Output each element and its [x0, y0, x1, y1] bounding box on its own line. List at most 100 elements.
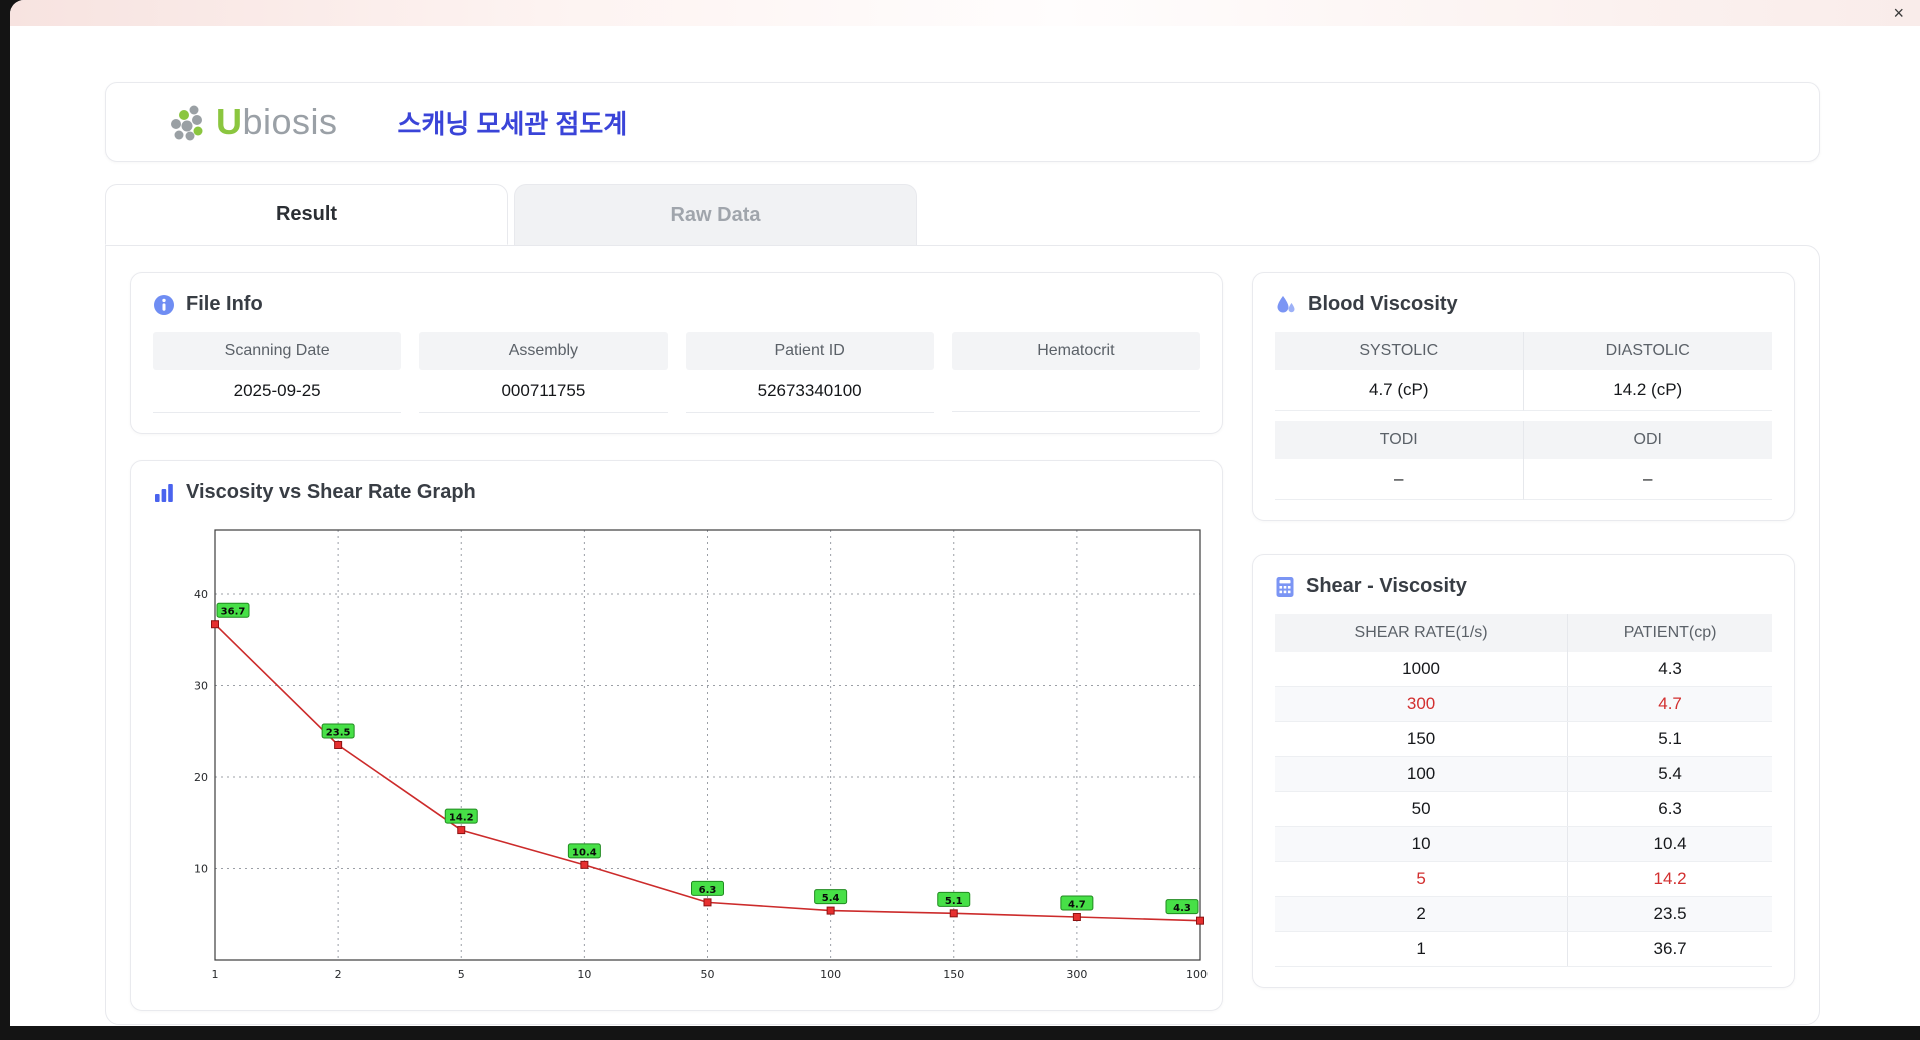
blood-viscosity-table-group2: TODI ODI – – — [1275, 421, 1772, 500]
field-label: Assembly — [419, 332, 668, 370]
shear-rate-cell: 1000 — [1275, 652, 1569, 687]
patient-cp-column-header: PATIENT(cp) — [1567, 614, 1772, 652]
file-info-field: Hematocrit — [951, 332, 1200, 413]
header-card: Ubiosis 스캐닝 모세관 점도계 — [105, 82, 1820, 162]
svg-text:36.7: 36.7 — [221, 607, 246, 618]
right-column: Blood Viscosity SYSTOLIC DIASTOLIC 4.7 (… — [1252, 272, 1795, 998]
patient-cp-cell: 36.7 — [1567, 931, 1772, 967]
bar-chart-icon — [155, 483, 173, 502]
patient-cp-cell: 14.2 — [1567, 861, 1772, 897]
logo-text: Ubiosis — [216, 101, 338, 142]
todi-value: – — [1275, 459, 1524, 500]
field-value — [951, 370, 1200, 412]
shear-rate-cell: 300 — [1275, 686, 1569, 722]
svg-text:1: 1 — [212, 968, 219, 981]
patient-cp-cell: 5.1 — [1567, 721, 1772, 757]
shear-table-row: 1000 4.3 — [1275, 652, 1772, 687]
patient-cp-cell: 4.7 — [1567, 686, 1772, 722]
todi-header: TODI — [1275, 421, 1524, 459]
odi-header: ODI — [1523, 421, 1772, 459]
tab-bar: Result Raw Data — [105, 184, 1820, 245]
shear-viscosity-card: Shear - Viscosity SHEAR RATE(1/s) PATIEN… — [1252, 554, 1795, 988]
shear-table-row: 10 10.4 — [1275, 826, 1772, 862]
viscosity-shear-chart: 10 20 30 40 36.7 23.5 14.2 10.4 6.3 5.4 5.1 4.7 4.3 1… — [194, 529, 1208, 981]
tab-raw-data[interactable]: Raw Data — [514, 184, 917, 245]
blood-viscosity-title: Blood Viscosity — [1275, 293, 1772, 316]
shear-table-row: 300 4.7 — [1275, 686, 1772, 722]
field-label: Hematocrit — [951, 332, 1200, 370]
svg-text:100: 100 — [820, 968, 841, 981]
shear-table-row: 1 36.7 — [1275, 931, 1772, 967]
svg-text:5: 5 — [458, 968, 465, 981]
diastolic-header: DIASTOLIC — [1523, 332, 1772, 370]
svg-text:10: 10 — [577, 968, 591, 981]
shear-table-body: 1000 4.3 300 4.7 150 5.1 100 5.4 50 6.3 10 10.4 5 14.… — [1275, 652, 1772, 967]
shear-rate-cell: 150 — [1275, 721, 1569, 757]
svg-text:4.3: 4.3 — [1173, 903, 1191, 914]
svg-text:20: 20 — [194, 771, 208, 784]
result-panel: File Info Scanning Date 2025-09-25 Assembl… — [105, 245, 1820, 1025]
shear-rate-cell: 1 — [1275, 931, 1569, 967]
shear-table-row: 2 23.5 — [1275, 896, 1772, 932]
shear-rate-cell: 100 — [1275, 756, 1569, 792]
window-titlebar: × — [10, 0, 1920, 26]
patient-cp-cell: 6.3 — [1567, 791, 1772, 827]
shear-viscosity-title: Shear - Viscosity — [1275, 575, 1772, 598]
info-icon — [154, 294, 174, 315]
shear-table-row: 5 14.2 — [1275, 861, 1772, 897]
svg-text:50: 50 — [701, 968, 715, 981]
svg-text:4.7: 4.7 — [1068, 900, 1086, 911]
close-icon[interactable]: × — [1893, 4, 1904, 22]
shear-rate-cell: 5 — [1275, 861, 1569, 897]
app-window: × Ubiosis 스캐닝 모세관 점도계 Result Raw Data Fi… — [10, 0, 1920, 1026]
svg-text:30: 30 — [194, 680, 208, 693]
diastolic-value: 14.2 (cP) — [1523, 370, 1772, 411]
file-info-field: Patient ID 52673340100 — [685, 332, 934, 413]
shear-rate-cell: 50 — [1275, 791, 1569, 827]
svg-text:14.2: 14.2 — [449, 813, 474, 824]
svg-text:10.4: 10.4 — [572, 847, 597, 858]
file-info-field: Scanning Date 2025-09-25 — [153, 332, 402, 413]
field-value: 2025-09-25 — [153, 370, 402, 413]
svg-text:300: 300 — [1066, 968, 1087, 981]
svg-text:150: 150 — [943, 968, 964, 981]
app-content: Ubiosis 스캐닝 모세관 점도계 Result Raw Data File… — [10, 26, 1920, 1025]
blood-viscosity-table-group1: SYSTOLIC DIASTOLIC 4.7 (cP) 14.2 (cP) — [1275, 332, 1772, 411]
field-label: Scanning Date — [153, 332, 402, 370]
file-info-card: File Info Scanning Date 2025-09-25 Assembl… — [130, 272, 1223, 434]
svg-text:6.3: 6.3 — [699, 885, 717, 896]
graph-card: Viscosity vs Shear Rate Graph 10 20 30 40 36… — [130, 460, 1223, 1011]
shear-table-row: 150 5.1 — [1275, 721, 1772, 757]
ubiosis-logo: Ubiosis — [164, 101, 338, 143]
file-info-field: Assembly 000711755 — [419, 332, 668, 413]
svg-text:1000: 1000 — [1186, 968, 1208, 981]
systolic-value: 4.7 (cP) — [1275, 370, 1524, 411]
shear-rate-column-header: SHEAR RATE(1/s) — [1275, 614, 1569, 652]
file-info-title: File Info — [153, 293, 1200, 316]
svg-text:2: 2 — [335, 968, 342, 981]
svg-text:5.1: 5.1 — [945, 896, 963, 907]
field-value: 000711755 — [419, 370, 668, 413]
odi-value: – — [1523, 459, 1772, 500]
shear-viscosity-table: SHEAR RATE(1/s) PATIENT(cp) 1000 4.3 300 4.… — [1275, 614, 1772, 967]
shear-table-header: SHEAR RATE(1/s) PATIENT(cp) — [1275, 614, 1772, 652]
svg-text:40: 40 — [194, 588, 208, 601]
field-label: Patient ID — [685, 332, 934, 370]
svg-text:23.5: 23.5 — [326, 728, 351, 739]
systolic-header: SYSTOLIC — [1275, 332, 1524, 370]
svg-text:10: 10 — [194, 863, 208, 876]
patient-cp-cell: 10.4 — [1567, 826, 1772, 862]
graph-title: Viscosity vs Shear Rate Graph — [153, 481, 1200, 504]
calculator-icon — [1276, 576, 1294, 597]
patient-cp-cell: 5.4 — [1567, 756, 1772, 792]
svg-text:5.4: 5.4 — [822, 893, 840, 904]
page-title: 스캐닝 모세관 점도계 — [397, 108, 628, 139]
file-info-fields: Scanning Date 2025-09-25 Assembly 000711755… — [153, 332, 1200, 413]
left-column: File Info Scanning Date 2025-09-25 Assembl… — [130, 272, 1223, 1011]
logo-cluster-icon — [171, 105, 203, 141]
tab-result[interactable]: Result — [105, 184, 508, 245]
patient-cp-cell: 23.5 — [1567, 896, 1772, 932]
shear-rate-cell: 10 — [1275, 826, 1569, 862]
droplets-icon — [1277, 295, 1295, 312]
shear-rate-cell: 2 — [1275, 896, 1569, 932]
